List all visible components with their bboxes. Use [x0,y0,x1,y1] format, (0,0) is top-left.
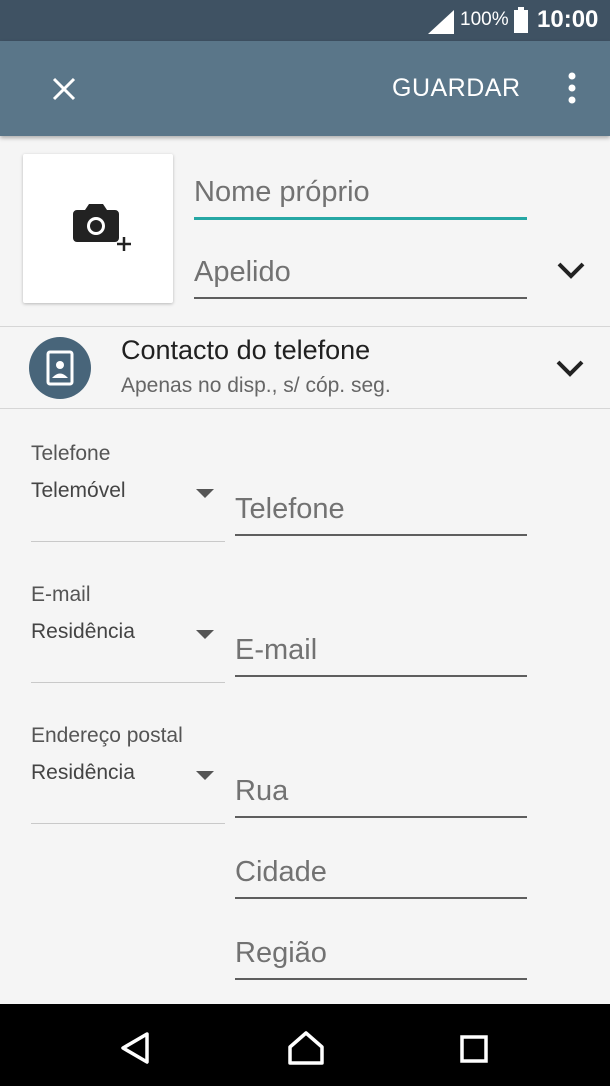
back-icon[interactable] [119,1031,153,1065]
divider [0,408,610,409]
status-bar: 100% 10:00 [0,0,610,41]
account-subtitle: Apenas no disp., s/ cóp. seg. [121,374,391,397]
dropdown-arrow-icon [196,489,214,498]
region-placeholder: Região [235,937,327,969]
first-name-field[interactable]: Nome próprio [194,160,527,220]
home-icon[interactable] [287,1030,325,1066]
address-type-value: Residência [31,761,135,784]
navigation-bar [0,1004,610,1086]
phone-field[interactable]: Telefone [235,480,527,536]
city-field[interactable]: Cidade [235,843,527,899]
dropdown-arrow-icon [196,771,214,780]
phone-type-value: Telemóvel [31,479,126,502]
close-icon[interactable] [44,69,84,109]
address-type-dropdown[interactable]: Residência [31,753,225,824]
expand-name-chevron-icon[interactable] [556,259,586,281]
recents-icon[interactable] [460,1035,488,1063]
contact-card-icon [46,350,74,386]
battery-percentage: 100% [460,9,509,30]
region-field[interactable]: Região [235,924,527,980]
battery-icon [514,7,528,33]
last-name-field[interactable]: Apelido [194,240,527,299]
last-name-placeholder: Apelido [194,256,291,288]
signal-icon [428,10,454,34]
email-type-value: Residência [31,620,135,643]
street-field[interactable]: Rua [235,762,527,818]
email-placeholder: E-mail [235,634,318,666]
top-app-bar: GUARDAR [0,41,610,136]
street-placeholder: Rua [235,775,289,807]
email-type-dropdown[interactable]: Residência [31,612,225,683]
address-section-label: Endereço postal [31,724,183,747]
account-chevron-down-icon [556,360,584,377]
email-field[interactable]: E-mail [235,621,527,677]
clock: 10:00 [537,6,599,33]
first-name-placeholder: Nome próprio [194,176,370,208]
account-selector[interactable]: Contacto do telefone Apenas no disp., s/… [0,327,610,408]
phone-section-label: Telefone [31,442,111,465]
phone-type-dropdown[interactable]: Telemóvel [31,471,225,542]
add-photo-button[interactable] [23,154,173,303]
phone-placeholder: Telefone [235,493,345,525]
dropdown-arrow-icon [196,630,214,639]
more-options-icon[interactable] [556,69,588,109]
add-photo-camera-icon [73,204,131,251]
city-placeholder: Cidade [235,856,327,888]
contact-card-avatar [29,337,91,399]
save-button[interactable]: GUARDAR [392,74,521,103]
email-section-label: E-mail [31,583,91,606]
account-title: Contacto do telefone [121,335,371,365]
